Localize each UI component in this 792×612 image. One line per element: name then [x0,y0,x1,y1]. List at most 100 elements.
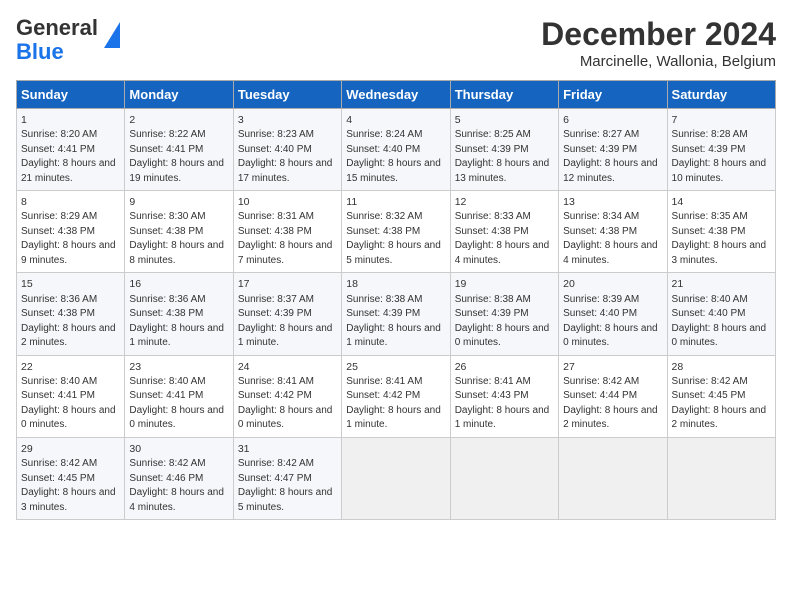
daylight-text: Daylight: 8 hours and 5 minutes. [238,487,333,513]
sunset-text: Sunset: 4:41 PM [21,390,95,401]
sunrise-text: Sunrise: 8:38 AM [346,294,422,305]
calendar-cell: 12Sunrise: 8:33 AMSunset: 4:38 PMDayligh… [450,191,558,273]
daylight-text: Daylight: 8 hours and 0 minutes. [563,323,658,349]
logo: General Blue [16,16,120,64]
day-content: Sunrise: 8:41 AMSunset: 4:43 PMDaylight:… [455,375,554,433]
calendar-week-row: 15 Sunrise: 8:36 AMSunset: 4:38 PMDayligh… [17,273,776,355]
day-content: Sunrise: 8:36 AMSunset: 4:38 PMDaylight:… [21,293,120,351]
day-number: 2 [129,114,135,126]
sunrise-text: Sunrise: 8:40 AM [21,376,97,387]
day-content: Sunrise: 8:27 AMSunset: 4:39 PMDaylight:… [563,128,662,186]
day-number: 15 [21,278,33,290]
calendar-cell: 26Sunrise: 8:41 AMSunset: 4:43 PMDayligh… [450,355,558,437]
day-number: 20 [563,278,575,290]
calendar-cell: 30Sunrise: 8:42 AMSunset: 4:46 PMDayligh… [125,437,233,519]
day-number: 4 [346,114,352,126]
daylight-text: Daylight: 8 hours and 1 minute. [346,405,441,431]
sunrise-text: Sunrise: 8:31 AM [238,211,314,222]
sunrise-text: Sunrise: 8:40 AM [672,294,748,305]
calendar-cell: 16Sunrise: 8:36 AMSunset: 4:38 PMDayligh… [125,273,233,355]
day-content: Sunrise: 8:22 AMSunset: 4:41 PMDaylight:… [129,128,228,186]
day-number: 9 [129,196,135,208]
sunset-text: Sunset: 4:40 PM [346,144,420,155]
daylight-text: Daylight: 8 hours and 5 minutes. [346,240,441,266]
daylight-text: Daylight: 8 hours and 10 minutes. [672,158,767,184]
sunset-text: Sunset: 4:45 PM [21,473,95,484]
calendar-cell: 1 Sunrise: 8:20 AMSunset: 4:41 PMDaylight… [17,109,125,191]
day-content: Sunrise: 8:34 AMSunset: 4:38 PMDaylight:… [563,210,662,268]
title-area: December 2024 Marcinelle, Wallonia, Belg… [541,16,776,70]
calendar-cell: 17Sunrise: 8:37 AMSunset: 4:39 PMDayligh… [233,273,341,355]
calendar-cell: 10Sunrise: 8:31 AMSunset: 4:38 PMDayligh… [233,191,341,273]
day-content: Sunrise: 8:23 AMSunset: 4:40 PMDaylight:… [238,128,337,186]
calendar-cell [450,437,558,519]
sunrise-text: Sunrise: 8:32 AM [346,211,422,222]
column-header-thursday: Thursday [450,81,558,109]
daylight-text: Daylight: 8 hours and 3 minutes. [21,487,116,513]
calendar-week-row: 29Sunrise: 8:42 AMSunset: 4:45 PMDayligh… [17,437,776,519]
sunset-text: Sunset: 4:38 PM [672,226,746,237]
sunrise-text: Sunrise: 8:42 AM [21,458,97,469]
day-number: 13 [563,196,575,208]
calendar-week-row: 8Sunrise: 8:29 AMSunset: 4:38 PMDaylight… [17,191,776,273]
day-content: Sunrise: 8:33 AMSunset: 4:38 PMDaylight:… [455,210,554,268]
day-content: Sunrise: 8:35 AMSunset: 4:38 PMDaylight:… [672,210,771,268]
calendar-cell: 4Sunrise: 8:24 AMSunset: 4:40 PMDaylight… [342,109,450,191]
daylight-text: Daylight: 8 hours and 3 minutes. [672,240,767,266]
sunrise-text: Sunrise: 8:39 AM [563,294,639,305]
calendar-cell: 27Sunrise: 8:42 AMSunset: 4:44 PMDayligh… [559,355,667,437]
day-content: Sunrise: 8:20 AMSunset: 4:41 PMDaylight:… [21,128,120,186]
calendar-cell: 29Sunrise: 8:42 AMSunset: 4:45 PMDayligh… [17,437,125,519]
sunrise-text: Sunrise: 8:30 AM [129,211,205,222]
calendar-cell: 21Sunrise: 8:40 AMSunset: 4:40 PMDayligh… [667,273,775,355]
daylight-text: Daylight: 8 hours and 1 minute. [238,323,333,349]
day-content: Sunrise: 8:29 AMSunset: 4:38 PMDaylight:… [21,210,120,268]
day-content: Sunrise: 8:38 AMSunset: 4:39 PMDaylight:… [346,293,445,351]
daylight-text: Daylight: 8 hours and 2 minutes. [672,405,767,431]
day-content: Sunrise: 8:42 AM Sunset: 4:45 PM Daylight:… [21,457,120,515]
sunrise-text: Sunrise: 8:29 AM [21,211,97,222]
day-content: Sunrise: 8:30 AM Sunset: 4:38 PM Daylight:… [129,210,228,268]
column-header-saturday: Saturday [667,81,775,109]
sunset-text: Sunset: 4:38 PM [129,226,203,237]
sunrise-text: Sunrise: 8:27 AM [563,129,639,140]
sunset-text: Sunset: 4:38 PM [563,226,637,237]
day-content: Sunrise: 8:42 AMSunset: 4:46 PMDaylight:… [129,457,228,515]
calendar-week-row: 22Sunrise: 8:40 AMSunset: 4:41 PMDayligh… [17,355,776,437]
sunrise-text: Sunrise: 8:36 AM [21,294,97,305]
sunset-text: Sunset: 4:45 PM [672,390,746,401]
day-content: Sunrise: 8:28 AMSunset: 4:39 PMDaylight:… [672,128,771,186]
day-number: 1 [21,114,27,126]
calendar-cell: 14Sunrise: 8:35 AMSunset: 4:38 PMDayligh… [667,191,775,273]
day-number: 19 [455,278,467,290]
day-content: Sunrise: 8:25 AMSunset: 4:39 PMDaylight:… [455,128,554,186]
column-header-sunday: Sunday [17,81,125,109]
calendar-cell: 20 Sunrise: 8:39 AMSunset: 4:40 PMDayligh… [559,273,667,355]
sunset-text: Sunset: 4:42 PM [238,390,312,401]
daylight-text: Daylight: 8 hours and 8 minutes. [129,240,224,266]
day-content: Sunrise: 8:42 AMSunset: 4:47 PMDaylight:… [238,457,337,515]
day-content: Sunrise: 8:40 AMSunset: 4:41 PMDaylight:… [21,375,120,433]
day-number: 21 [672,278,684,290]
day-number: 18 [346,278,358,290]
sunrise-text: Sunrise: 8:41 AM [346,376,422,387]
day-content: Sunrise: 8:41 AMSunset: 4:42 PMDaylight:… [238,375,337,433]
day-content: Sunrise: 8:37 AMSunset: 4:39 PMDaylight:… [238,293,337,351]
sunset-text: Sunset: 4:43 PM [455,390,529,401]
calendar-cell: 3Sunrise: 8:23 AMSunset: 4:40 PMDaylight… [233,109,341,191]
day-number: 10 [238,196,250,208]
calendar-cell [342,437,450,519]
sunset-text: Sunset: 4:46 PM [129,473,203,484]
sunset-text: Sunset: 4:41 PM [129,390,203,401]
calendar-week-row: 1 Sunrise: 8:20 AMSunset: 4:41 PMDaylight… [17,109,776,191]
sunset-text: Sunset: 4:42 PM [346,390,420,401]
page-header: General Blue December 2024 Marcinelle, W… [16,16,776,70]
sunrise-text: Sunrise: 8:33 AM [455,211,531,222]
daylight-text: Daylight: 8 hours and 12 minutes. [563,158,658,184]
daylight-text: Daylight: 8 hours and 7 minutes. [238,240,333,266]
day-content: Sunrise: 8:41 AM Sunset: 4:42 PM Daylight:… [346,375,445,433]
calendar-cell: 13 Sunrise: 8:34 AMSunset: 4:38 PMDayligh… [559,191,667,273]
day-number: 24 [238,361,250,373]
sunset-text: Sunset: 4:41 PM [129,144,203,155]
day-content: Sunrise: 8:39 AMSunset: 4:40 PMDaylight:… [563,293,662,351]
